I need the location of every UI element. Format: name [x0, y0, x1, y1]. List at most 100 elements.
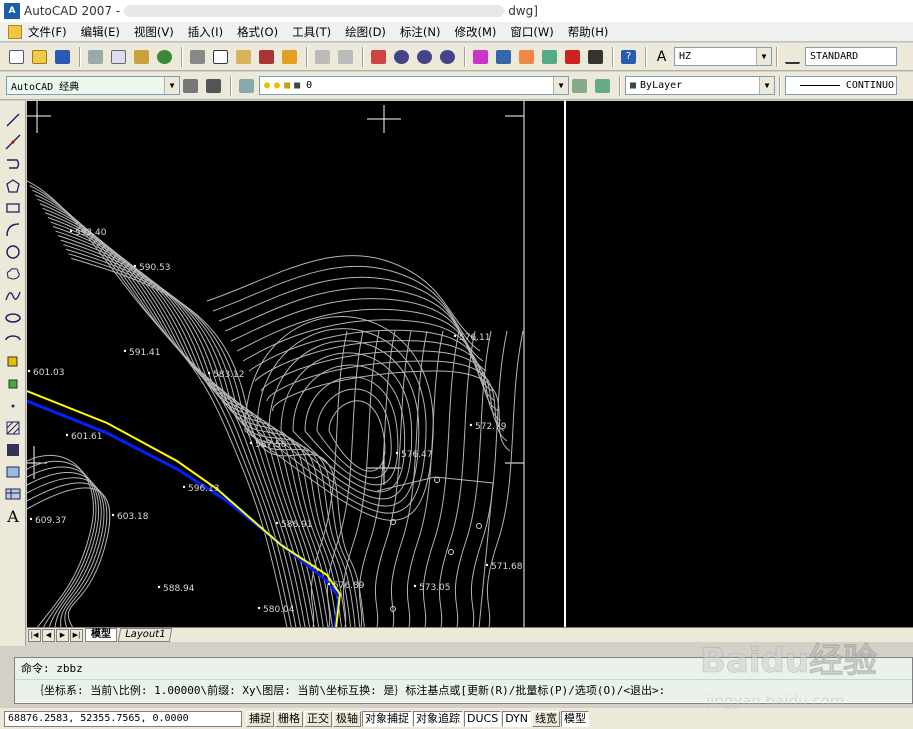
arc-tool-button[interactable]	[2, 219, 24, 241]
linetype-sample	[799, 85, 840, 86]
properties-button[interactable]	[470, 46, 491, 67]
toolbar-separator	[464, 46, 466, 67]
menu-dimension[interactable]: 标注(N)	[400, 24, 441, 40]
workspace-select[interactable]: AutoCAD 经典 ▼	[6, 76, 180, 95]
menu-edit[interactable]: 编辑(E)	[81, 24, 120, 40]
text-style-select[interactable]: HZ ▼	[674, 47, 772, 66]
make-block-tool-button[interactable]	[2, 373, 24, 395]
command-prompt-line[interactable]: ｛坐标系: 当前\比例: 1.00000\前缀: Xy\图层: 当前\坐标互换:…	[15, 680, 912, 702]
hatch-tool-button[interactable]	[2, 417, 24, 439]
markup-button[interactable]	[562, 46, 583, 67]
drawing-svg[interactable]: 593.40 590.53 591.41 583.12 576.11 572.79 587.…	[27, 101, 913, 628]
menu-insert[interactable]: 插入(I)	[188, 24, 223, 40]
menu-tools[interactable]: 工具(T)	[292, 24, 331, 40]
copy-button[interactable]	[210, 46, 231, 67]
design-center-button[interactable]	[493, 46, 514, 67]
menu-window[interactable]: 窗口(W)	[510, 24, 553, 40]
tab-model[interactable]: 模型	[85, 628, 117, 642]
block-editor-button[interactable]	[279, 46, 300, 67]
spline-tool-button[interactable]	[2, 285, 24, 307]
table-tool-button[interactable]	[2, 483, 24, 505]
help-button[interactable]: ?	[618, 46, 639, 67]
dim-style-button[interactable]	[782, 46, 803, 67]
lineweight-toggle[interactable]: 线宽	[532, 710, 561, 727]
tab-prev-button[interactable]: ◀	[42, 628, 55, 642]
pan-button[interactable]	[368, 46, 389, 67]
rectangle-tool-button[interactable]	[2, 197, 24, 219]
gradient-tool-button[interactable]	[2, 439, 24, 461]
coordinate-readout[interactable]: 68876.2583, 52355.7565, 0.0000	[4, 710, 242, 727]
elevation-label: 572.79	[475, 422, 507, 432]
ellipse-arc-tool-button[interactable]	[2, 329, 24, 351]
zoom-realtime-button[interactable]	[391, 46, 412, 67]
layer-select[interactable]: ● ● ■ ■ 0 ▼	[259, 76, 569, 95]
elevation-label: 601.03	[33, 368, 65, 378]
toolbar-separator	[181, 46, 183, 67]
app-title: AutoCAD 2007 -	[24, 4, 121, 18]
model-space-toggle[interactable]: 模型	[561, 710, 590, 727]
layer-color-icon: ■	[294, 80, 301, 91]
drawing-canvas[interactable]: 593.40 590.53 591.41 583.12 576.11 572.79 587.…	[27, 101, 913, 628]
zoom-window-button[interactable]	[414, 46, 435, 67]
region-tool-button[interactable]	[2, 461, 24, 483]
ellipse-tool-button[interactable]	[2, 307, 24, 329]
undo-button[interactable]	[312, 46, 333, 67]
command-window[interactable]: 命令: zbbz ｛坐标系: 当前\比例: 1.00000\前缀: Xy\图层:…	[14, 657, 913, 704]
make-current-layer-button[interactable]	[569, 75, 590, 96]
menu-format[interactable]: 格式(O)	[237, 24, 278, 40]
sheet-set-button[interactable]	[539, 46, 560, 67]
layer-previous-button[interactable]	[592, 75, 613, 96]
menu-help[interactable]: 帮助(H)	[568, 24, 609, 40]
workspace-settings-button[interactable]	[180, 75, 201, 96]
tool-palettes-button[interactable]	[516, 46, 537, 67]
point-tool-button[interactable]	[2, 395, 24, 417]
open-file-button[interactable]	[29, 46, 50, 67]
circle-tool-button[interactable]	[2, 241, 24, 263]
polygon-tool-button[interactable]	[2, 175, 24, 197]
menu-view[interactable]: 视图(V)	[134, 24, 174, 40]
menu-modify[interactable]: 修改(M)	[455, 24, 497, 40]
multiline-text-tool-button[interactable]: A	[2, 505, 24, 527]
plot-preview-button[interactable]	[108, 46, 129, 67]
toolbar-separator	[362, 46, 364, 67]
osnap-toggle[interactable]: 对象捕捉	[362, 710, 412, 727]
text-style-button[interactable]: A	[651, 46, 672, 67]
grid-toggle[interactable]: 栅格	[275, 710, 303, 727]
otrack-toggle[interactable]: 对象追踪	[413, 710, 463, 727]
survey-marker	[476, 523, 482, 529]
workspace-save-button[interactable]	[203, 75, 224, 96]
tab-layout1[interactable]: Layout1	[117, 628, 173, 642]
layer-manager-button[interactable]	[236, 75, 257, 96]
hatch-icon	[6, 421, 20, 435]
dim-style-select[interactable]: STANDARD	[805, 47, 897, 66]
menu-file[interactable]: 文件(F)	[28, 24, 67, 40]
redo-button[interactable]	[335, 46, 356, 67]
tab-first-button[interactable]: |◀	[28, 628, 41, 642]
line-tool-button[interactable]	[2, 109, 24, 131]
polar-toggle[interactable]: 极轴	[333, 710, 361, 727]
menu-draw[interactable]: 绘图(D)	[345, 24, 386, 40]
zoom-previous-button[interactable]	[437, 46, 458, 67]
insert-block-tool-button[interactable]	[2, 351, 24, 373]
publish-button[interactable]	[131, 46, 152, 67]
revision-cloud-tool-button[interactable]	[2, 263, 24, 285]
tab-last-button[interactable]: ▶|	[70, 628, 83, 642]
match-properties-button[interactable]	[256, 46, 277, 67]
paste-button[interactable]	[233, 46, 254, 67]
save-button[interactable]	[52, 46, 73, 67]
etransmit-button[interactable]	[154, 46, 175, 67]
construction-line-tool-button[interactable]	[2, 131, 24, 153]
cut-button[interactable]	[187, 46, 208, 67]
ortho-toggle[interactable]: 正交	[304, 710, 332, 727]
dyn-toggle[interactable]: DYN	[502, 710, 532, 727]
tab-next-button[interactable]: ▶	[56, 628, 69, 642]
snap-toggle[interactable]: 捕捉	[246, 710, 274, 727]
elevation-label: 591.41	[129, 348, 161, 358]
plot-button[interactable]	[85, 46, 106, 67]
ducs-toggle[interactable]: DUCS	[464, 710, 502, 727]
color-select[interactable]: ■ ByLayer ▼	[625, 76, 775, 95]
new-file-button[interactable]	[6, 46, 27, 67]
linetype-select[interactable]: CONTINUO	[785, 76, 897, 95]
calculator-button[interactable]	[585, 46, 606, 67]
polyline-tool-button[interactable]	[2, 153, 24, 175]
